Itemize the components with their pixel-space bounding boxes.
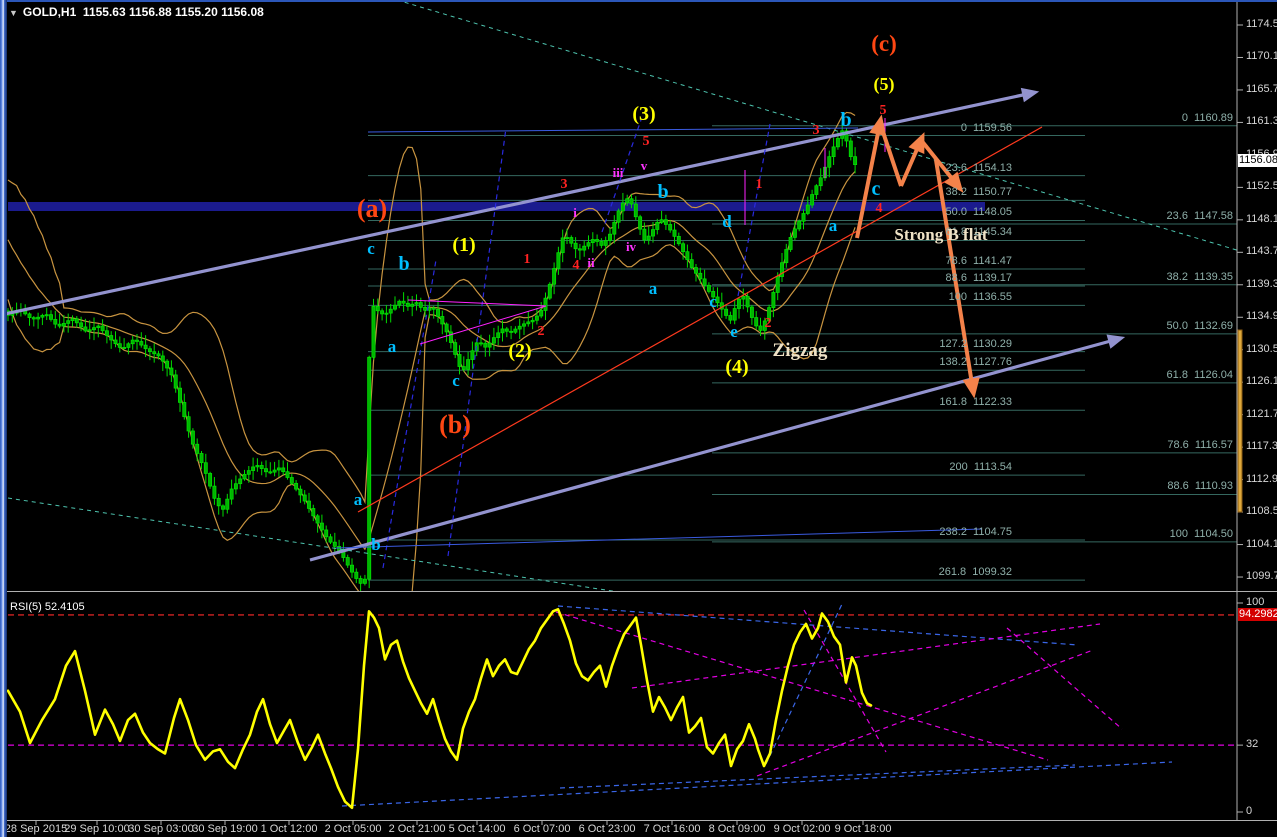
- fib-level-label: 100 1104.50: [1169, 527, 1233, 540]
- window-left-border: [0, 0, 7, 837]
- price-axis-label: 1104.14: [1246, 537, 1277, 550]
- fib-level-label: 200 1113.54: [949, 461, 1012, 474]
- current-price-box: 1156.08: [1238, 154, 1277, 168]
- price-axis-label: 1139.34: [1246, 277, 1277, 290]
- fib-level-label: 0 1160.89: [1181, 111, 1233, 124]
- price-axis-label: 1112.94: [1246, 472, 1277, 485]
- fib-level-label: 78.6 1141.47: [945, 255, 1012, 268]
- wave-label[interactable]: a: [298, 491, 418, 508]
- fib-level-label: 23.6 1147.58: [1166, 209, 1233, 222]
- wave-label[interactable]: v: [584, 159, 704, 172]
- wave-label[interactable]: Strong B flat: [881, 226, 1001, 243]
- fib-level-label: 61.8 1126.04: [1166, 368, 1233, 381]
- fib-level-label: 88.6 1110.93: [1167, 480, 1233, 493]
- rsi-indicator-label: RSI(5) 52.4105: [10, 601, 85, 613]
- wave-label[interactable]: b: [786, 110, 906, 130]
- symbol-title-text: GOLD,H1 1155.63 1156.88 1155.20 1156.08: [22, 5, 264, 19]
- price-axis-label: 1148.14: [1246, 212, 1277, 225]
- window-top-border: [0, 0, 1277, 2]
- labels-layer: 0 1159.56 23.6 1154.13 38.2 1150.77 50.0 11…: [0, 0, 1277, 837]
- wave-label[interactable]: (5): [824, 75, 944, 93]
- price-axis-label: 1099.74: [1246, 570, 1277, 583]
- price-axis-label: 1165.74: [1246, 82, 1277, 95]
- wave-label[interactable]: a: [332, 338, 452, 355]
- wave-label[interactable]: i: [515, 206, 635, 219]
- symbol-title: ▼ GOLD,H1 1155.63 1156.88 1155.20 1156.08: [9, 5, 264, 19]
- chart-window: 0 1159.56 23.6 1154.13 38.2 1150.77 50.0 11…: [0, 0, 1277, 837]
- rsi-level-box: 94.2982: [1238, 607, 1277, 621]
- wave-label[interactable]: c: [653, 293, 773, 310]
- rsi-axis-label: 100: [1246, 596, 1265, 608]
- fib-level-label: 78.6 1116.57: [1167, 438, 1233, 451]
- price-axis-label: 1117.34: [1246, 440, 1277, 453]
- wave-label[interactable]: (3): [584, 104, 704, 124]
- time-axis-label: 9 Oct 18:00: [834, 823, 892, 835]
- fib-level-label: 238.2 1104.75: [939, 526, 1012, 539]
- fib-level-label: 88.6 1139.17: [945, 272, 1012, 285]
- wave-label[interactable]: (2): [460, 341, 580, 361]
- wave-label[interactable]: d: [667, 213, 787, 230]
- fib-level-label: 261.8 1099.32: [938, 566, 1012, 579]
- fib-level-label: 127.2 1130.29: [939, 337, 1012, 350]
- fib-level-label: 100 1136.55: [948, 291, 1012, 304]
- price-axis-label: 1126.14: [1246, 375, 1277, 388]
- wave-label[interactable]: 4: [819, 202, 939, 216]
- wave-label[interactable]: c: [816, 179, 936, 199]
- rsi-axis-label: 0: [1246, 805, 1253, 817]
- wave-label[interactable]: iv: [571, 240, 691, 253]
- wave-label[interactable]: (c): [824, 32, 944, 55]
- fib-level-label: 50.0 1132.69: [1166, 319, 1233, 332]
- price-axis-label: 1170.14: [1246, 50, 1277, 63]
- price-axis-label: 1152.54: [1246, 180, 1277, 193]
- price-axis-label: 1134.94: [1246, 310, 1277, 323]
- wave-label[interactable]: b: [316, 536, 436, 553]
- wave-label[interactable]: (a): [312, 195, 432, 222]
- wave-label[interactable]: ii: [531, 256, 651, 269]
- price-axis-label: 1174.54: [1246, 18, 1277, 30]
- price-axis-label: 1121.74: [1246, 407, 1277, 420]
- fib-level-label: 161.8 1122.33: [939, 396, 1012, 409]
- chart-dropdown-icon[interactable]: ▼: [9, 8, 18, 18]
- wave-label[interactable]: 2: [481, 325, 601, 339]
- wave-label[interactable]: e: [674, 323, 794, 340]
- wave-label[interactable]: Zigzag: [740, 341, 860, 360]
- fib-level-label: 38.2 1139.35: [1166, 270, 1233, 283]
- wave-label[interactable]: (b): [395, 411, 515, 438]
- price-axis-label: 1143.74: [1246, 245, 1277, 258]
- price-axis-label: 1108.54: [1246, 505, 1277, 518]
- wave-label[interactable]: b: [344, 254, 464, 274]
- wave-label[interactable]: a: [773, 217, 893, 234]
- price-axis-label: 1161.34: [1246, 115, 1277, 128]
- wave-label[interactable]: b: [603, 182, 723, 202]
- rsi-axis-label: 32: [1246, 738, 1259, 751]
- fib-level-label: 138.2 1127.76: [939, 356, 1012, 369]
- wave-label[interactable]: c: [396, 372, 516, 389]
- price-axis-label: 1130.54: [1246, 342, 1277, 355]
- fib-level-label: 23.6 1154.13: [945, 161, 1012, 174]
- wave-label[interactable]: 5: [586, 135, 706, 149]
